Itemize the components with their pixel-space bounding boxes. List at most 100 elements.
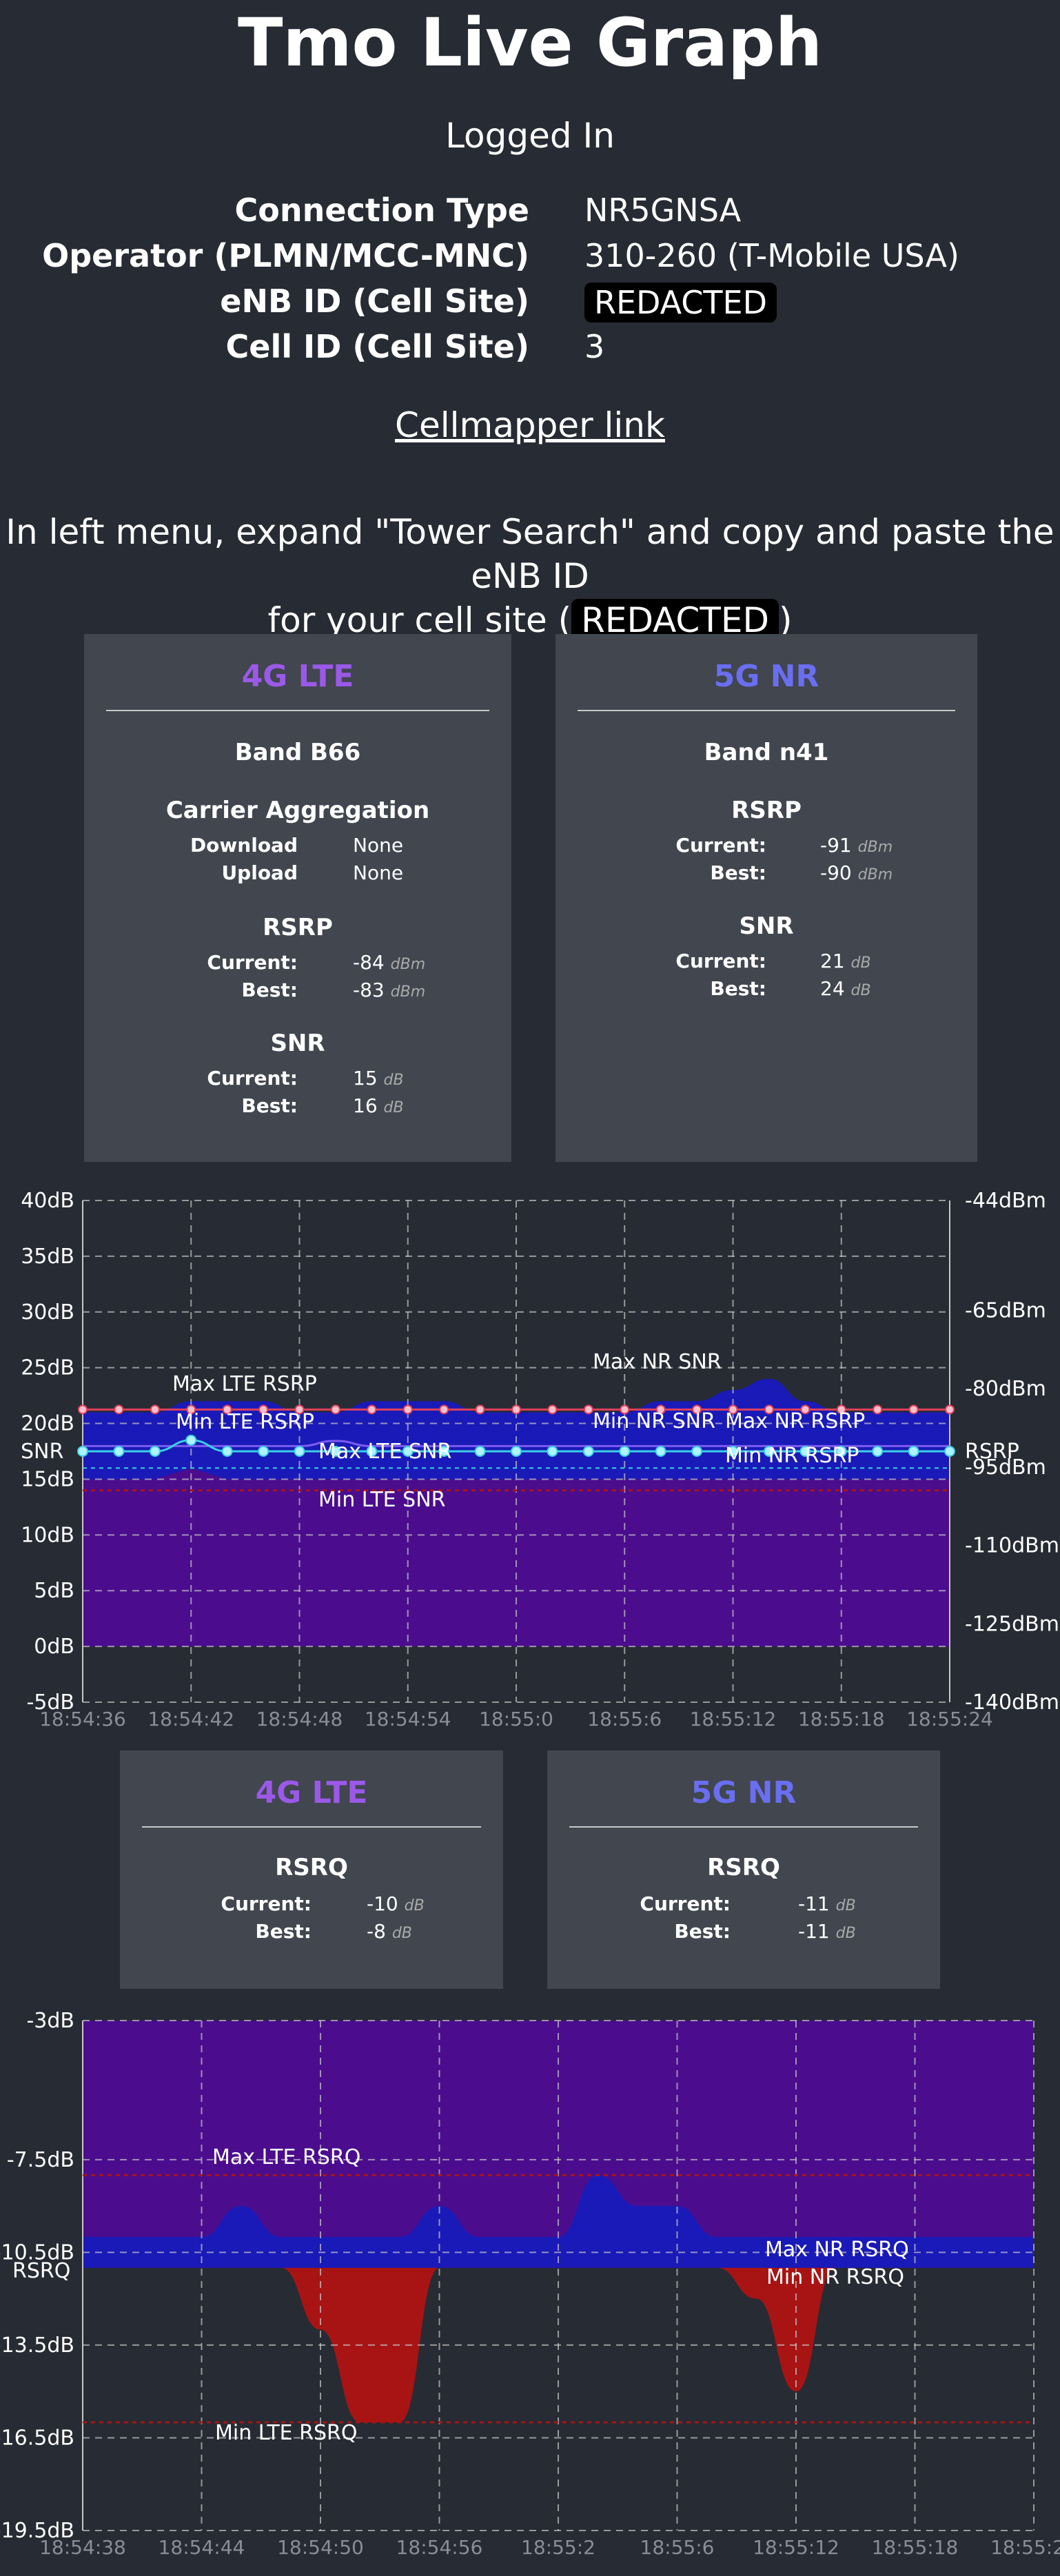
- upload-row: Upload: [84, 861, 298, 886]
- unit: dBm: [857, 839, 893, 856]
- y-axis-label: RSRQ: [12, 2259, 70, 2283]
- y-tick-label: 10dB: [21, 1523, 74, 1547]
- instructions: In left menu, expand "Tower Search" and …: [0, 510, 1060, 642]
- rsrq-best: -8: [367, 1920, 386, 1943]
- snr-point: [944, 1446, 955, 1457]
- card-divider: [142, 1826, 481, 1828]
- snr-current-value: 21 dB: [820, 950, 871, 972]
- unit: dB: [835, 1897, 856, 1914]
- rsrq-current-row: Current:: [547, 1892, 731, 1917]
- instructions-line1: In left menu, expand "Tower Search" and …: [6, 512, 1054, 596]
- rsrp-current: -84: [353, 951, 385, 974]
- info-value: NR5GNSA: [584, 192, 742, 229]
- lte-rsrp-point: [583, 1404, 593, 1415]
- download-label: Download: [190, 834, 298, 857]
- rsrp-best-row: Best:: [556, 861, 766, 886]
- snr-current: 15: [353, 1067, 378, 1090]
- unit: dB: [391, 1925, 412, 1942]
- y-tick-label: 20dB: [21, 1412, 74, 1436]
- card-divider: [106, 710, 489, 711]
- x-tick-label: 18:55:12: [690, 1708, 777, 1730]
- info-value: REDACTED: [584, 283, 777, 323]
- cellmapper-link[interactable]: Cellmapper link: [0, 405, 1060, 445]
- x-tick-label: 18:55:18: [872, 2536, 959, 2559]
- y2-tick-label: -44dBm: [965, 1189, 1046, 1213]
- card-divider: [569, 1826, 918, 1828]
- y-tick-label: 15dB: [21, 1467, 74, 1491]
- rsrq-current-label: Current:: [640, 1892, 731, 1915]
- lte-rsrp-point: [475, 1404, 485, 1415]
- unit: dB: [850, 982, 871, 999]
- rsrp-current-label: Current:: [207, 951, 298, 974]
- unit: dB: [404, 1897, 425, 1914]
- rsrq-title: RSRQ: [707, 1854, 780, 1881]
- x-tick-label: 18:54:44: [159, 2536, 245, 2559]
- snr-point: [908, 1446, 919, 1457]
- y-tick-label: 40dB: [21, 1189, 74, 1213]
- unit: dB: [383, 1072, 404, 1089]
- card-divider: [578, 710, 955, 711]
- snr-point: [691, 1446, 703, 1457]
- rsrq-current: -11: [798, 1892, 830, 1915]
- rsrp-current-value: -84 dBm: [353, 951, 425, 974]
- info-value: 3: [584, 328, 605, 365]
- rsrp-current-value: -91 dBm: [820, 834, 893, 857]
- card-title: 5G NR: [713, 659, 819, 694]
- y-tick-label: 0dB: [34, 1635, 74, 1659]
- y-tick-label: 35dB: [21, 1245, 74, 1269]
- snr-point: [149, 1446, 161, 1457]
- y2-tick-label: -65dBm: [965, 1298, 1046, 1322]
- rsrq-best-label: Best:: [674, 1920, 731, 1943]
- snr-best-value: 16 dB: [353, 1094, 404, 1117]
- snr-current-row: Current:: [556, 950, 766, 974]
- annotation-label: Min LTE SNR: [318, 1488, 446, 1512]
- snr-best-label: Best:: [710, 977, 766, 1000]
- lte-rsrq-card: 4G LTE RSRQ Current: -10 dB Best: -8 dB: [120, 1750, 503, 1989]
- info-row-operator: Operator (PLMN/MCC-MNC) 310-260 (T-Mobil…: [0, 237, 1060, 283]
- y2-tick-label: -125dBm: [965, 1612, 1059, 1636]
- rsrq-chart: -3dB-7.5dB-10.5dB-13.5dB-16.5dB-19.5dB18…: [0, 2009, 1060, 2559]
- annotation-label: Min NR RSRQ: [766, 2265, 904, 2289]
- snr-current-label: Current:: [675, 950, 766, 972]
- card-title: 4G LTE: [255, 1775, 368, 1810]
- lte-rsrp-point: [402, 1404, 413, 1415]
- info-row-enb-id: eNB ID (Cell Site) REDACTED: [0, 283, 1060, 328]
- y-tick-label: -16.5dB: [0, 2426, 74, 2450]
- page-title: Tmo Live Graph: [237, 4, 823, 81]
- y2-tick-label: -110dBm: [965, 1534, 1059, 1558]
- rsrp-best-value: -90 dBm: [820, 861, 893, 884]
- x-tick-label: 18:54:36: [39, 1708, 126, 1730]
- rsrq-current-row: Current:: [120, 1892, 312, 1917]
- snr-point: [294, 1446, 305, 1457]
- lte-rsrp-point: [547, 1404, 558, 1415]
- snr-point: [872, 1446, 884, 1457]
- rsrp-best-label: Best:: [710, 861, 766, 884]
- y-axis-label: SNR: [21, 1440, 63, 1464]
- info-label: eNB ID (Cell Site): [220, 283, 529, 320]
- info-label: Connection Type: [234, 192, 529, 229]
- annotation-label: Min LTE RSRQ: [215, 2421, 358, 2445]
- download-row: Download: [84, 834, 298, 859]
- rsrq-title: RSRQ: [275, 1854, 348, 1881]
- snr-best-value: 24 dB: [820, 977, 871, 1000]
- upload-value: None: [353, 861, 404, 884]
- snr-best: 24: [820, 977, 845, 1000]
- nr-rsrq-card: 5G NR RSRQ Current: -11 dB Best: -11 dB: [547, 1750, 940, 1989]
- rsrp-best: -83: [353, 979, 385, 1001]
- snr-point: [547, 1446, 558, 1457]
- snr-point: [258, 1446, 269, 1457]
- unit: dBm: [390, 956, 426, 973]
- x-tick-label: 18:54:56: [396, 2536, 483, 2559]
- rsrq-best-value: -8 dB: [367, 1920, 412, 1943]
- x-tick-label: 18:54:38: [39, 2536, 126, 2559]
- rsrp-title: RSRP: [263, 914, 333, 941]
- y2-tick-label: -80dBm: [965, 1377, 1046, 1401]
- info-row-cell-id: Cell ID (Cell Site) 3: [0, 328, 1060, 374]
- snr-current-value: 15 dB: [353, 1067, 404, 1090]
- rsrp-title: RSRP: [731, 797, 802, 824]
- snr-current-label: Current:: [207, 1067, 298, 1090]
- snr-rsrp-chart: 40dB35dB30dB25dB20dB15dB10dB5dB0dB-5dB18…: [21, 1189, 1059, 1730]
- rsrq-current: -10: [367, 1892, 398, 1915]
- y2-axis-label: RSRP: [965, 1440, 1019, 1464]
- y-tick-label: 30dB: [21, 1300, 74, 1325]
